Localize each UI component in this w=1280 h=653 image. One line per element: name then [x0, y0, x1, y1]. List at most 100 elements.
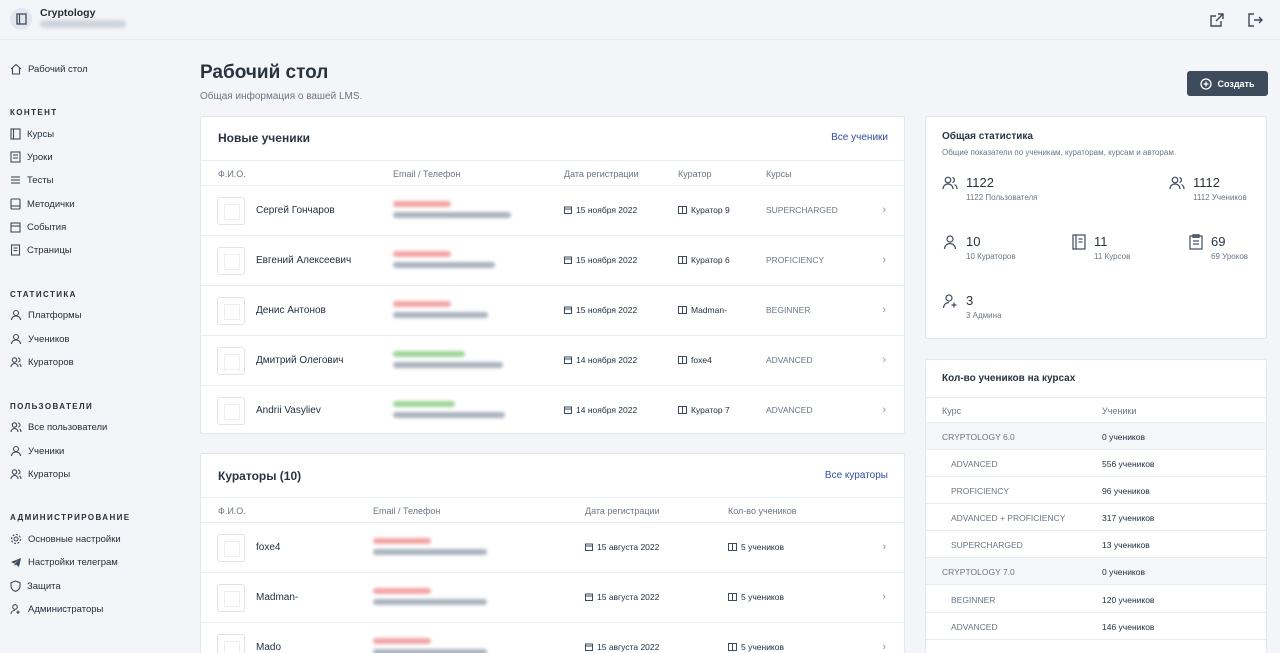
lesson-icon	[10, 151, 21, 163]
stat-label: 3 Админа	[966, 311, 1002, 320]
course-name: CRYPTOLOGY 6.0	[942, 432, 1015, 442]
student-name: Сергей Гончаров	[256, 205, 335, 216]
chevron-right-icon[interactable]: ›	[882, 354, 886, 366]
calendar-icon	[564, 206, 572, 214]
sidebar-item-label: Методички	[27, 198, 75, 210]
course-name: CRYPTOLOGY 7.0	[942, 567, 1015, 577]
stat-label: 69 Уроков	[1211, 252, 1249, 261]
course-row[interactable]: SUPERCHARGED 13 учеников	[926, 531, 1266, 558]
table-row[interactable]: Mado 15 августа 2022 5 учеников ›	[201, 623, 904, 653]
course-row[interactable]: PROFICIENCY 96 учеников	[926, 477, 1266, 504]
chevron-right-icon[interactable]: ›	[882, 404, 886, 416]
course-row[interactable]: CRYPTOLOGY 6.0 0 учеников	[926, 423, 1266, 450]
sidebar-item-label: Защита	[27, 580, 61, 592]
external-link-icon[interactable]	[1208, 11, 1226, 29]
manual-icon	[10, 198, 21, 210]
column-header: Email / Телефон	[393, 169, 461, 179]
chevron-right-icon[interactable]: ›	[882, 541, 886, 553]
admin-icon	[10, 604, 20, 615]
sidebar-item-courses[interactable]: Курсы	[10, 125, 54, 143]
course-row[interactable]: ADVANCED 146 учеников	[926, 613, 1266, 640]
create-button[interactable]: Создать	[1187, 71, 1268, 96]
course-name: ADVANCED + PROFICIENCY	[951, 513, 1066, 523]
course-name: PROFICIENCY	[951, 486, 1010, 496]
sidebar-item-dashboard[interactable]: Рабочий стол	[10, 60, 88, 78]
all-students-link[interactable]: Все ученики	[831, 132, 888, 143]
count-text: 5 учеников	[741, 592, 784, 602]
course-count: 120 учеников	[1102, 595, 1155, 605]
course-count: 556 учеников	[1102, 459, 1155, 469]
chevron-right-icon[interactable]: ›	[882, 204, 886, 216]
sidebar: Рабочий стол КОНТЕНТ Курсы Уроки Тесты М…	[0, 40, 180, 653]
sidebar-item-pages[interactable]: Страницы	[10, 241, 72, 259]
calendar-icon	[10, 222, 21, 233]
chevron-right-icon[interactable]: ›	[882, 304, 886, 316]
stat-label: 1122 Пользователя	[966, 193, 1038, 202]
stat-label: 11 Курсов	[1094, 252, 1131, 261]
stat-courses: 11 11 Курсов	[1072, 234, 1130, 261]
sidebar-item-lessons[interactable]: Уроки	[10, 148, 53, 166]
students-icon	[728, 543, 737, 551]
course-row[interactable]: BEGINNER 120 учеников	[926, 586, 1266, 613]
sidebar-item-label: Кураторы	[28, 468, 71, 480]
sidebar-item-manuals[interactable]: Методички	[10, 195, 75, 213]
students-icon	[728, 643, 737, 651]
sidebar-item-security[interactable]: Защита	[10, 577, 61, 595]
course-name: SUPERCHARGED	[951, 540, 1023, 550]
chevron-right-icon[interactable]: ›	[882, 254, 886, 266]
users-icon	[942, 176, 958, 190]
all-curators-link[interactable]: Все кураторы	[825, 470, 888, 481]
date-text: 15 августа 2022	[597, 542, 660, 552]
email-blurred	[393, 301, 451, 307]
column-header: Ученики	[1102, 406, 1137, 416]
table-row[interactable]: Madman- 15 августа 2022 5 учеников ›	[201, 573, 904, 623]
sidebar-item-events[interactable]: События	[10, 218, 66, 236]
new-students-card: Новые ученики Все ученики Ф.И.О. Email /…	[200, 116, 905, 434]
curator-icon	[678, 256, 687, 264]
sidebar-item-label: Платформы	[28, 309, 82, 321]
sidebar-item-curator-stats[interactable]: Кураторов	[10, 353, 74, 371]
sidebar-item-student-stats[interactable]: Учеников	[10, 330, 69, 348]
calendar-icon	[564, 306, 572, 314]
chevron-right-icon[interactable]: ›	[882, 591, 886, 603]
sidebar-section-title: СТАТИСТИКА	[10, 290, 77, 299]
sidebar-item-telegram-settings[interactable]: Настройки телеграм	[10, 553, 118, 571]
sidebar-item-curators[interactable]: Кураторы	[10, 465, 70, 483]
course-count: 146 учеников	[1102, 622, 1155, 632]
stat-label: 1112 Учеников	[1193, 193, 1247, 202]
brand-logo-icon[interactable]	[10, 8, 32, 30]
user-group-icon	[10, 469, 22, 480]
sidebar-section-title: КОНТЕНТ	[10, 108, 58, 117]
sidebar-item-label: Учеников	[28, 333, 70, 345]
course-row[interactable]: CRYPTOLOGY 7.0 0 учеников	[926, 558, 1266, 585]
table-row[interactable]: Andrii Vasyliev 14 ноября 2022 Куратор 7…	[201, 386, 904, 436]
logout-icon[interactable]	[1246, 11, 1264, 29]
table-row[interactable]: foxe4 15 августа 2022 5 учеников ›	[201, 523, 904, 573]
phone-blurred	[393, 262, 495, 268]
sidebar-item-tests[interactable]: Тесты	[10, 171, 53, 189]
avatar	[217, 297, 245, 325]
course-row[interactable]: ADVANCED + PROFICIENCY 317 учеников	[926, 504, 1266, 531]
sidebar-item-platforms[interactable]: Платформы	[10, 306, 82, 324]
curators-card: Кураторы (10) Все кураторы Ф.И.О. Email …	[200, 453, 905, 653]
table-row[interactable]: Денис Антонов 15 ноября 2022 Madman- BEG…	[201, 286, 904, 336]
calendar-icon	[585, 543, 593, 551]
count-text: 5 учеников	[741, 642, 784, 652]
course-row-partial	[926, 640, 1266, 653]
sidebar-item-students[interactable]: Ученики	[10, 442, 64, 460]
table-row[interactable]: Евгений Алексеевич 15 ноября 2022 Курато…	[201, 236, 904, 286]
table-row[interactable]: Сергей Гончаров 15 ноября 2022 Куратор 9…	[201, 186, 904, 236]
account-email-blurred	[40, 20, 126, 28]
curator-name: Куратор 7	[691, 405, 730, 415]
sidebar-item-admins[interactable]: Администраторы	[10, 600, 103, 618]
table-row[interactable]: Дмитрий Олегович 14 ноября 2022 foxe4 AD…	[201, 336, 904, 386]
curator: Куратор 6	[678, 255, 730, 265]
sidebar-item-all-users[interactable]: Все пользователи	[10, 418, 107, 436]
course-row[interactable]: ADVANCED 556 учеников	[926, 450, 1266, 477]
curator: Куратор 7	[678, 405, 730, 415]
avatar	[217, 584, 245, 612]
sidebar-item-main-settings[interactable]: Основные настройки	[10, 530, 121, 548]
date-text: 15 августа 2022	[597, 592, 660, 602]
chevron-right-icon[interactable]: ›	[882, 641, 886, 653]
registration-date: 14 ноября 2022	[564, 405, 637, 415]
